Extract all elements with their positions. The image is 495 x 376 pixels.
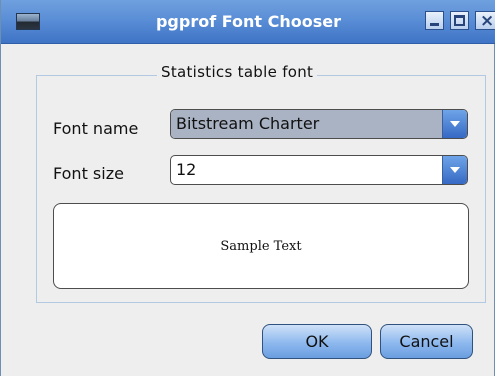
- cancel-button[interactable]: Cancel: [380, 324, 473, 359]
- font-chooser-dialog: pgprof Font Chooser × Statistics table f…: [0, 0, 495, 376]
- chevron-down-icon: [450, 121, 460, 127]
- font-name-dropdown[interactable]: Bitstream Charter: [170, 109, 468, 139]
- font-name-dropdown-button[interactable]: [442, 110, 467, 138]
- font-name-value: Bitstream Charter: [171, 110, 443, 138]
- ok-button[interactable]: OK: [262, 324, 372, 359]
- sample-text: Sample Text: [220, 238, 302, 254]
- title-bar[interactable]: pgprof Font Chooser ×: [1, 0, 495, 44]
- font-size-dropdown[interactable]: 12: [170, 155, 468, 185]
- font-sample-preview: Sample Text: [53, 203, 469, 289]
- minimize-icon: [430, 23, 439, 26]
- font-size-label: Font size: [53, 164, 124, 183]
- font-size-value: 12: [176, 160, 197, 179]
- font-name-label: Font name: [53, 119, 139, 138]
- close-icon: ×: [480, 11, 495, 31]
- close-button[interactable]: ×: [475, 11, 495, 31]
- minimize-button[interactable]: [425, 11, 444, 30]
- maximize-icon: [454, 15, 465, 26]
- window-title: pgprof Font Chooser: [155, 12, 342, 31]
- group-legend: Statistics table font: [157, 63, 318, 81]
- font-size-dropdown-button[interactable]: [442, 156, 467, 184]
- maximize-button[interactable]: [450, 11, 469, 30]
- chevron-down-icon: [450, 167, 460, 173]
